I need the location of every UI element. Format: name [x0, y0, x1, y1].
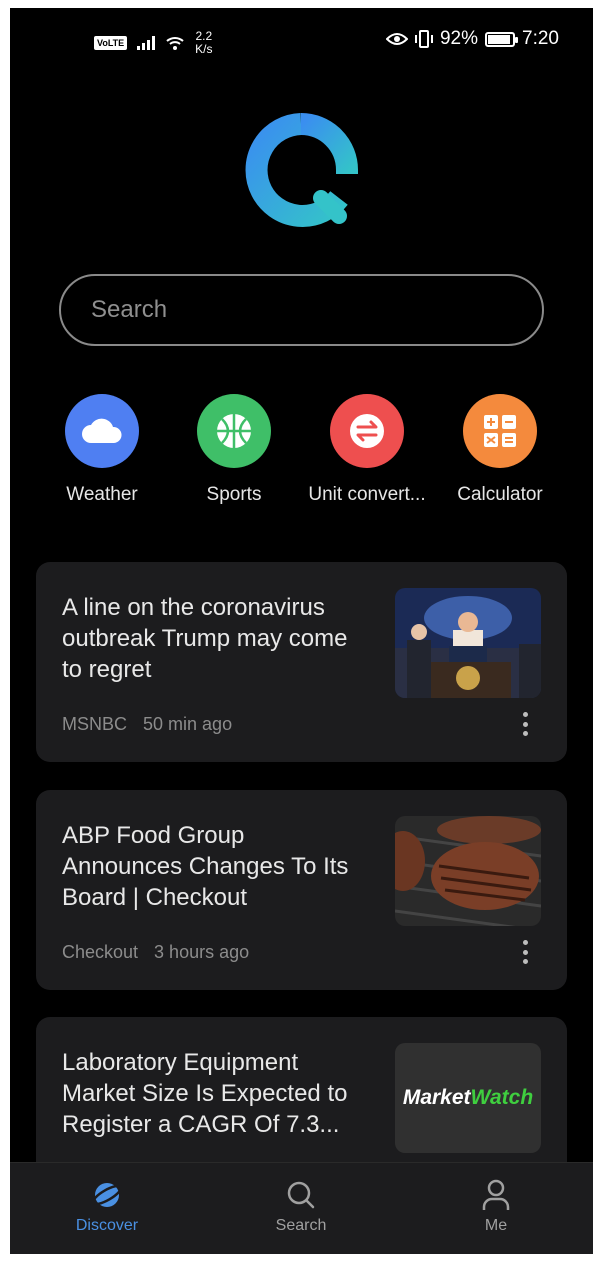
news-meta: Checkout 3 hours ago — [62, 942, 249, 963]
news-title: ABP Food Group Announces Changes To Its … — [62, 822, 349, 911]
shortcut-calculator[interactable]: Calculator — [430, 394, 570, 506]
news-time: 3 hours ago — [154, 942, 250, 962]
battery-percent: 92% — [439, 28, 479, 49]
shortcut-label: Sports — [206, 484, 262, 505]
calculator-icon — [463, 394, 537, 468]
more-options-icon[interactable] — [521, 940, 529, 964]
news-thumbnail — [395, 816, 541, 926]
volte-indicator: VoLTE — [94, 36, 128, 50]
battery-fill — [488, 34, 511, 44]
status-bar: VoLTE 2.2 K/s 92% 7:20 — [10, 8, 593, 70]
speed-unit: K/s — [195, 42, 213, 56]
person-icon — [436, 1179, 556, 1211]
clock: 7:20 — [522, 28, 559, 49]
shortcut-weather[interactable]: Weather — [32, 394, 172, 506]
basketball-icon — [197, 394, 271, 468]
nav-label: Me — [484, 1217, 508, 1234]
news-card[interactable]: A line on the coronavirus outbreak Trump… — [36, 562, 567, 762]
swap-arrows-icon — [330, 394, 404, 468]
news-meta: MSNBC 50 min ago — [62, 714, 232, 735]
signal-icon — [137, 36, 156, 50]
nav-discover[interactable]: Discover — [47, 1179, 167, 1235]
phone-screen: VoLTE 2.2 K/s 92% 7:20 Search Weather Sp… — [10, 8, 593, 1254]
eye-comfort-icon — [385, 33, 408, 45]
nav-search[interactable]: Search — [241, 1179, 361, 1235]
nav-label: Discover — [75, 1217, 139, 1234]
shortcut-sports[interactable]: Sports — [164, 394, 304, 506]
news-time: 50 min ago — [143, 714, 233, 734]
vibrate-icon — [414, 30, 433, 48]
nav-me[interactable]: Me — [436, 1179, 556, 1235]
shortcut-row: Weather Sports Unit convert... Calculato… — [10, 394, 593, 514]
logo-text-watch: Watch — [470, 1086, 534, 1109]
shortcut-unit-converter[interactable]: Unit convert... — [297, 394, 437, 506]
news-title: A line on the coronavirus outbreak Trump… — [62, 594, 348, 683]
logo-text-market: Market — [402, 1086, 471, 1109]
shortcut-label: Weather — [66, 484, 138, 505]
nav-label: Search — [275, 1217, 327, 1234]
cloud-icon — [65, 394, 139, 468]
search-icon — [241, 1179, 361, 1211]
news-thumbnail — [395, 588, 541, 698]
bottom-nav: Discover Search Me — [10, 1162, 593, 1254]
search-input[interactable]: Search — [59, 274, 544, 346]
planet-icon — [47, 1179, 167, 1211]
shortcut-label: Calculator — [457, 484, 543, 505]
wifi-icon — [166, 37, 184, 50]
news-source: Checkout — [62, 942, 139, 962]
more-options-icon[interactable] — [521, 712, 529, 736]
app-logo-icon — [245, 113, 358, 227]
battery-icon — [485, 31, 519, 47]
network-speed: 2.2 K/s — [195, 30, 212, 56]
news-source: MSNBC — [62, 714, 128, 734]
news-title: Laboratory Equipment Market Size Is Expe… — [62, 1049, 348, 1138]
news-card[interactable]: ABP Food Group Announces Changes To Its … — [36, 790, 567, 990]
marketwatch-logo: Market Watch — [395, 1043, 541, 1153]
shortcut-label: Unit convert... — [308, 484, 426, 505]
